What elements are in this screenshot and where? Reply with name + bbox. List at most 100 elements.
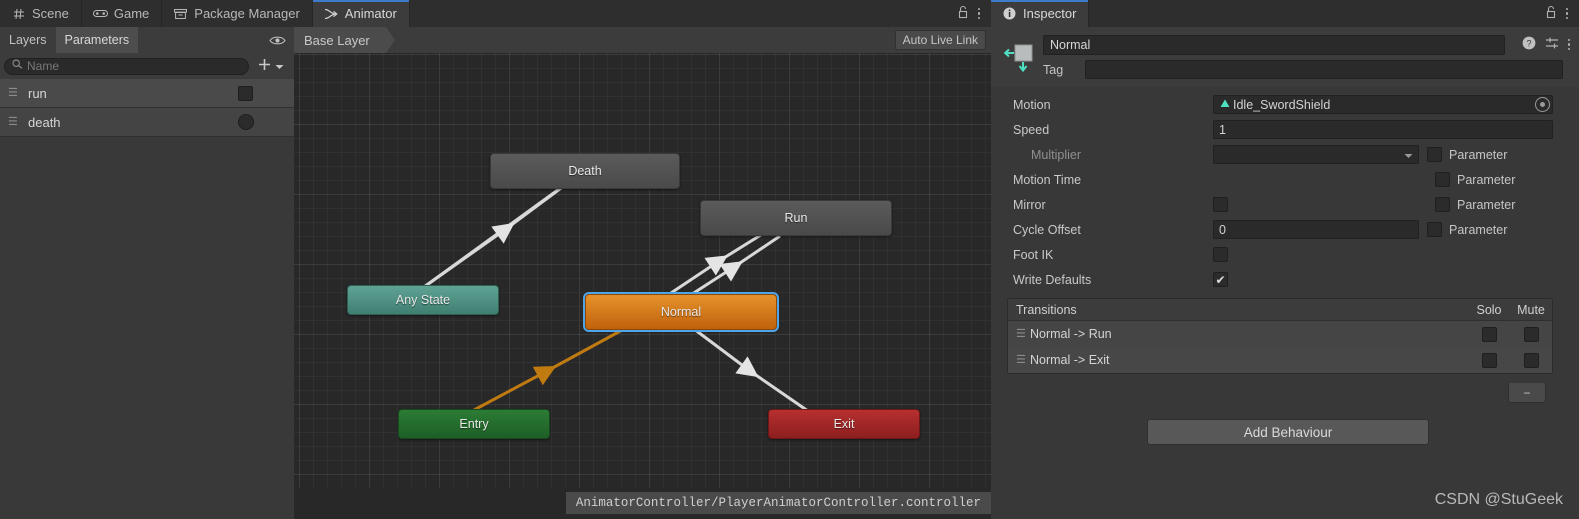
checkbox-icon[interactable] bbox=[1435, 197, 1450, 212]
controller-path: AnimatorController/PlayerAnimatorControl… bbox=[565, 492, 991, 514]
drag-handle-icon[interactable]: ☰ bbox=[8, 88, 22, 99]
tab-scene[interactable]: Scene bbox=[0, 0, 82, 27]
subtab-layers[interactable]: Layers bbox=[0, 27, 56, 53]
checkbox-icon[interactable] bbox=[238, 85, 253, 101]
animator-statusbar: AnimatorController/PlayerAnimatorControl… bbox=[294, 488, 991, 519]
watermark: CSDN @StuGeek bbox=[1435, 491, 1563, 509]
drag-handle-icon[interactable]: ☰ bbox=[1016, 355, 1030, 366]
parameter-row-death[interactable]: ☰ death bbox=[0, 108, 294, 137]
state-node-normal[interactable]: Normal bbox=[583, 292, 779, 332]
preset-icon[interactable] bbox=[1545, 36, 1559, 53]
cycle-offset-value: 0 bbox=[1219, 222, 1226, 237]
checkbox-icon[interactable] bbox=[1523, 326, 1539, 342]
lock-open-icon[interactable] bbox=[1545, 5, 1557, 22]
state-node-exit[interactable]: Exit bbox=[768, 409, 920, 439]
search-input[interactable]: Name bbox=[4, 57, 249, 75]
property-row-multiplier: Multiplier Parameter bbox=[991, 142, 1579, 167]
auto-live-link-label: Auto Live Link bbox=[902, 33, 978, 47]
property-label: Multiplier bbox=[1031, 147, 1082, 162]
tab-package-manager[interactable]: Package Manager bbox=[162, 0, 313, 27]
checkbox-icon[interactable] bbox=[1481, 352, 1497, 368]
eye-icon[interactable] bbox=[269, 27, 294, 53]
chevron-down-icon bbox=[275, 59, 284, 73]
watermark-label: CSDN @StuGeek bbox=[1434, 491, 1563, 508]
foot-ik-control bbox=[1213, 247, 1427, 262]
tab-inspector-label: Inspector bbox=[1023, 6, 1077, 21]
kebab-menu-icon[interactable] bbox=[1565, 7, 1568, 20]
breadcrumb: Base Layer Auto Live Link bbox=[294, 27, 991, 53]
parameter-value-control[interactable] bbox=[238, 114, 294, 130]
cycle-offset-input[interactable]: 0 bbox=[1213, 220, 1419, 239]
transition-mute-cell[interactable] bbox=[1510, 326, 1552, 342]
transition-solo-cell[interactable] bbox=[1468, 326, 1510, 342]
transition-row[interactable]: ☰ Normal -> Exit bbox=[1008, 347, 1552, 373]
state-node-entry[interactable]: Entry bbox=[398, 409, 550, 439]
transition-mute-cell[interactable] bbox=[1510, 352, 1552, 368]
cycle-offset-parameter-toggle[interactable]: Parameter bbox=[1427, 222, 1507, 237]
property-row-foot-ik: Foot IK bbox=[991, 242, 1579, 267]
checkbox-icon[interactable]: ✔ bbox=[1213, 272, 1228, 287]
subtab-parameters-label: Parameters bbox=[64, 33, 130, 47]
state-node-label: Normal bbox=[660, 305, 702, 319]
subtab-parameters[interactable]: Parameters bbox=[55, 27, 139, 53]
motion-time-parameter-toggle[interactable]: Parameter bbox=[1435, 172, 1515, 187]
motion-object-field[interactable]: Idle_SwordShield bbox=[1213, 95, 1553, 114]
transition-solo-cell[interactable] bbox=[1468, 352, 1510, 368]
state-node-any-state[interactable]: Any State bbox=[347, 285, 499, 315]
speed-input[interactable]: 1 bbox=[1213, 120, 1553, 139]
drag-handle-icon[interactable]: ☰ bbox=[8, 117, 22, 128]
state-node-label: Run bbox=[784, 211, 808, 225]
state-name-field[interactable]: Normal bbox=[1043, 35, 1505, 55]
speed-value: 1 bbox=[1219, 122, 1226, 137]
breadcrumb-base-layer[interactable]: Base Layer bbox=[294, 27, 395, 53]
checkbox-icon[interactable] bbox=[1427, 147, 1442, 162]
tab-game[interactable]: Game bbox=[82, 0, 163, 27]
parameter-label: Parameter bbox=[1449, 147, 1508, 162]
transition-normal-to-run-a bbox=[670, 231, 765, 295]
parameter-label: Parameter bbox=[1457, 197, 1516, 212]
svg-text:?: ? bbox=[1526, 38, 1531, 48]
help-icon[interactable]: ? bbox=[1522, 36, 1536, 53]
animator-state-icon bbox=[1003, 37, 1039, 73]
checkbox-icon[interactable] bbox=[1213, 247, 1228, 262]
checkbox-icon[interactable] bbox=[1427, 222, 1442, 237]
checkbox-icon[interactable] bbox=[1213, 197, 1228, 212]
state-node-run[interactable]: Run bbox=[700, 200, 892, 236]
checkbox-icon[interactable] bbox=[1523, 352, 1539, 368]
add-parameter-button[interactable] bbox=[249, 57, 290, 75]
tag-field[interactable] bbox=[1085, 60, 1563, 79]
remove-transition-button[interactable]: − bbox=[1508, 383, 1546, 403]
parameters-list: ☰ run ☰ death bbox=[0, 79, 294, 519]
mirror-control bbox=[1213, 197, 1427, 212]
multiplier-parameter-toggle[interactable]: Parameter bbox=[1427, 147, 1507, 162]
property-label: Mirror bbox=[1013, 197, 1046, 212]
lock-open-icon[interactable] bbox=[957, 5, 969, 22]
parameter-name: run bbox=[28, 85, 47, 101]
parameter-value-control[interactable] bbox=[238, 85, 294, 101]
object-picker-icon[interactable] bbox=[1535, 97, 1550, 112]
tab-inspector[interactable]: Inspector bbox=[991, 0, 1090, 27]
state-properties: Motion Idle_SwordShield Speed 1 Multipli… bbox=[991, 92, 1579, 292]
checkbox-icon[interactable] bbox=[1481, 326, 1497, 342]
checkbox-icon[interactable] bbox=[1435, 172, 1450, 187]
property-label: Motion bbox=[1013, 97, 1051, 112]
transition-row[interactable]: ☰ Normal -> Run bbox=[1008, 321, 1552, 347]
parameter-row-run[interactable]: ☰ run bbox=[0, 79, 294, 108]
inspector-window-controls bbox=[1545, 0, 1579, 27]
multiplier-dropdown[interactable] bbox=[1213, 145, 1419, 164]
mirror-parameter-toggle[interactable]: Parameter bbox=[1435, 197, 1515, 212]
drag-handle-icon[interactable]: ☰ bbox=[1016, 329, 1030, 340]
trigger-icon[interactable] bbox=[238, 114, 254, 130]
tab-animator[interactable]: Animator bbox=[312, 0, 410, 27]
auto-live-link-button[interactable]: Auto Live Link bbox=[894, 30, 986, 50]
property-row-mirror: Mirror Parameter bbox=[991, 192, 1579, 217]
animator-window-controls bbox=[957, 0, 992, 27]
property-label: Motion Time bbox=[1013, 172, 1082, 187]
kebab-menu-icon[interactable] bbox=[977, 7, 980, 20]
animator-state-graph[interactable]: Death Run Any State Normal Entry Exit bbox=[294, 53, 991, 488]
state-node-death[interactable]: Death bbox=[490, 153, 680, 189]
kebab-menu-icon[interactable] bbox=[1567, 38, 1570, 51]
add-behaviour-button[interactable]: Add Behaviour bbox=[1147, 419, 1429, 445]
search-icon bbox=[12, 59, 23, 73]
inspector-tabbar: Inspector bbox=[991, 0, 1579, 27]
